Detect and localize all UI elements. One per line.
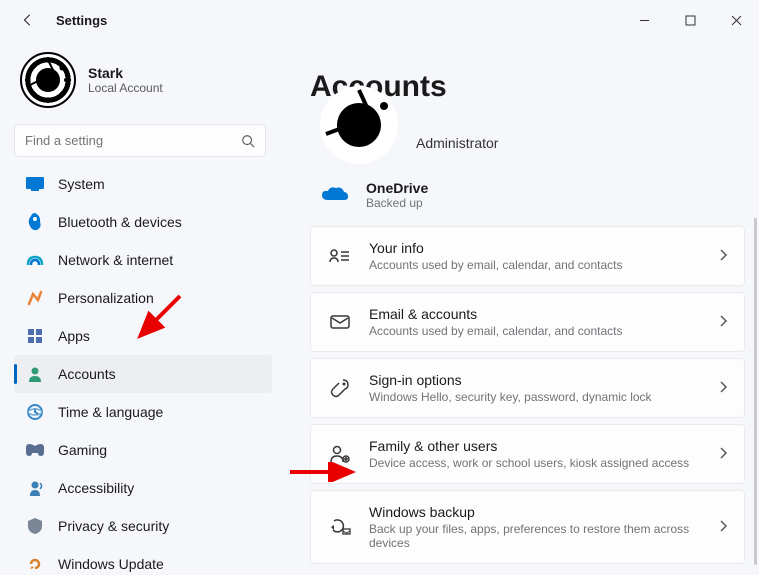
nav-label: Network & internet [58,252,173,268]
close-button[interactable] [713,0,759,40]
nav-icon [26,289,44,307]
nav-label: Apps [58,328,90,344]
nav-item-accounts[interactable]: Accounts [14,355,272,393]
chevron-right-icon [720,314,728,330]
card-title: Family & other users [369,438,702,454]
sidebar: Stark Local Account System Bluetooth & de… [0,40,280,575]
search-box[interactable] [14,124,266,157]
main-content: Accounts Administrator OneDrive Backed u… [280,40,759,575]
window-title: Settings [56,13,107,28]
card-windows-backup[interactable]: Windows backup Back up your files, apps, … [310,490,745,564]
onedrive-icon [322,186,348,204]
card-subtitle: Back up your files, apps, preferences to… [369,522,702,550]
card-subtitle: Device access, work or school users, kio… [369,456,702,470]
nav-label: System [58,176,105,192]
search-input[interactable] [25,133,233,148]
nav-label: Windows Update [58,556,164,572]
account-header: Administrator [280,122,745,164]
card-family-other-users[interactable]: Family & other users Device access, work … [310,424,745,484]
nav-item-accessibility[interactable]: Accessibility [14,469,272,507]
card-sign-in-options[interactable]: Sign-in options Windows Hello, security k… [310,358,745,418]
nav-item-network-internet[interactable]: Network & internet [14,241,272,279]
window-controls [621,0,759,40]
card-title: Windows backup [369,504,702,520]
titlebar: Settings [0,0,759,40]
card-icon [329,516,351,538]
nav-icon [26,555,44,573]
card-icon [329,443,351,465]
minimize-button[interactable] [621,0,667,40]
maximize-button[interactable] [667,0,713,40]
nav-item-apps[interactable]: Apps [14,317,272,355]
chevron-right-icon [720,446,728,462]
profile-name: Stark [88,65,163,81]
card-subtitle: Windows Hello, security key, password, d… [369,390,702,404]
nav-label: Gaming [58,442,107,458]
nav-label: Accessibility [58,480,134,496]
nav-item-windows-update[interactable]: Windows Update [14,545,272,575]
profile-type: Local Account [88,81,163,95]
onedrive-status: Backed up [366,196,428,210]
card-subtitle: Accounts used by email, calendar, and co… [369,324,702,338]
card-subtitle: Accounts used by email, calendar, and co… [369,258,702,272]
nav-icon [26,213,44,231]
card-your-info[interactable]: Your info Accounts used by email, calenda… [310,226,745,286]
onedrive-block[interactable]: OneDrive Backed up [280,174,745,226]
avatar [20,52,76,108]
nav-item-time-language[interactable]: Time & language [14,393,272,431]
nav-icon [26,441,44,459]
nav-item-privacy-security[interactable]: Privacy & security [14,507,272,545]
nav-icon [26,327,44,345]
card-icon [329,245,351,267]
chevron-right-icon [720,248,728,264]
nav-icon [26,365,44,383]
account-avatar [320,86,398,164]
scrollbar[interactable] [754,218,757,565]
card-icon [329,311,351,333]
onedrive-title: OneDrive [366,180,428,196]
nav-icon [26,175,44,193]
nav-icon [26,403,44,421]
account-role: Administrator [416,135,498,151]
card-title: Email & accounts [369,306,702,322]
nav-label: Accounts [58,366,116,382]
nav-item-bluetooth-devices[interactable]: Bluetooth & devices [14,203,272,241]
card-title: Your info [369,240,702,256]
nav-icon [26,479,44,497]
card-email-accounts[interactable]: Email & accounts Accounts used by email, … [310,292,745,352]
nav-icon [26,251,44,269]
nav-label: Privacy & security [58,518,169,534]
nav-icon [26,517,44,535]
nav-list: System Bluetooth & devices Network & inter… [14,165,272,575]
card-title: Sign-in options [369,372,702,388]
nav-item-system[interactable]: System [14,165,272,203]
settings-cards: Your info Accounts used by email, calenda… [280,226,745,564]
nav-label: Time & language [58,404,163,420]
profile-block[interactable]: Stark Local Account [14,46,280,122]
nav-item-personalization[interactable]: Personalization [14,279,272,317]
search-icon [241,134,255,148]
chevron-right-icon [720,380,728,396]
nav-item-gaming[interactable]: Gaming [14,431,272,469]
nav-label: Personalization [58,290,154,306]
chevron-right-icon [720,519,728,535]
nav-label: Bluetooth & devices [58,214,182,230]
back-button[interactable] [14,6,42,34]
card-icon [329,377,351,399]
